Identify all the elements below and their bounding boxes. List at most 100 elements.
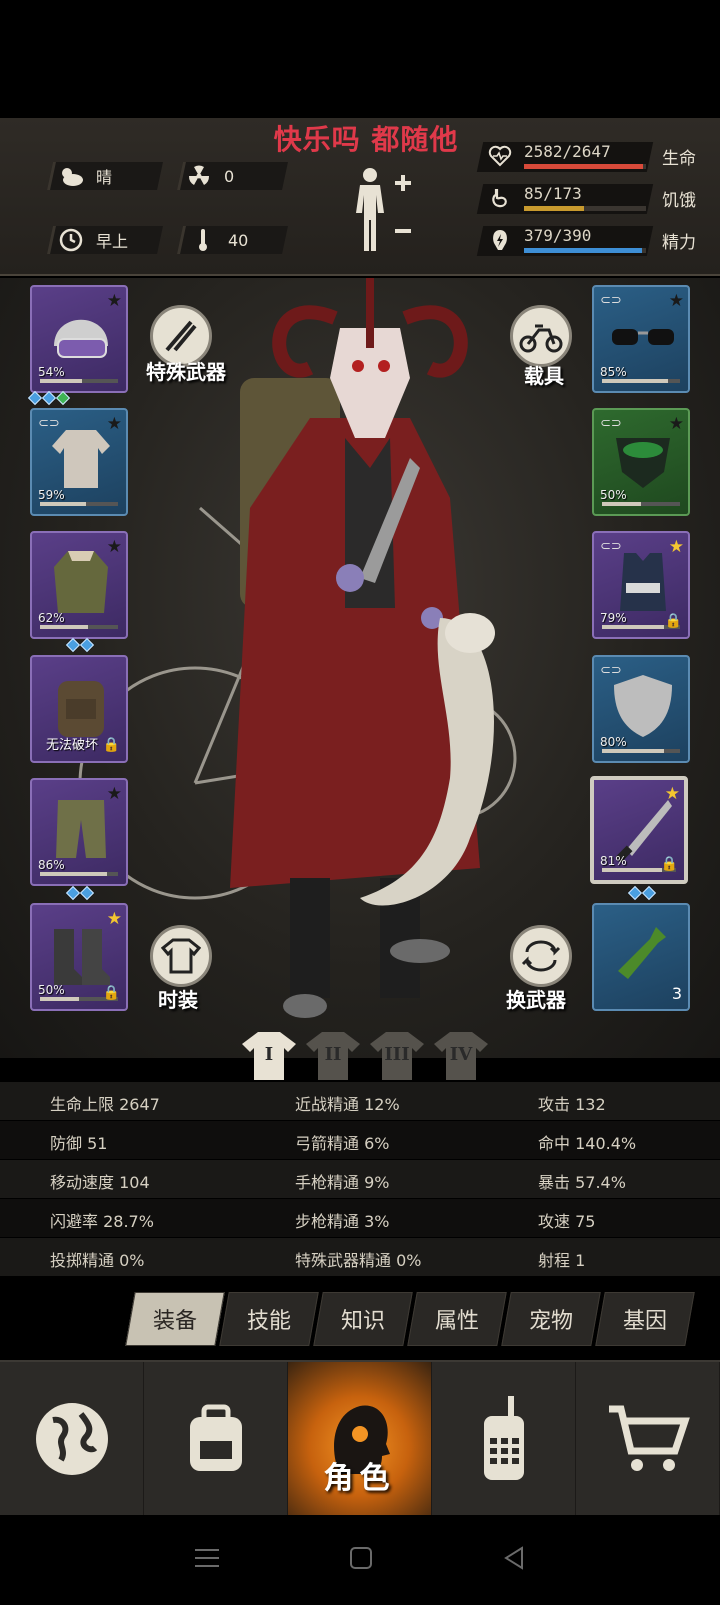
durability-bar (602, 379, 669, 383)
outfit-tab-label: III (384, 1044, 410, 1065)
equip-slot-pants[interactable]: ★ 86% (30, 778, 128, 886)
tab-label: 知识 (340, 1309, 385, 1334)
nav-shop[interactable] (576, 1362, 720, 1515)
stat-cell: 射程 1 (538, 1251, 586, 1270)
backpack-nav-icon (189, 1404, 242, 1471)
swap-weapon-button[interactable] (510, 925, 572, 987)
tab-skills[interactable]: 技能 (219, 1292, 319, 1346)
swap-weapon-label[interactable]: 换武器 (506, 984, 566, 1013)
police-vest-icon (620, 553, 666, 611)
durability-text: 81% (600, 854, 627, 868)
tab-attributes[interactable]: 属性 (407, 1292, 507, 1346)
durability-text: 62% (38, 611, 65, 625)
fashion-label[interactable]: 时装 (158, 984, 198, 1013)
radiation-value: 0 (224, 166, 235, 186)
sunglasses-icon (612, 329, 674, 345)
durability-bar (40, 997, 79, 1001)
menu-icon[interactable] (194, 1547, 220, 1573)
tab-label: 装备 (152, 1309, 197, 1334)
tab-equipment[interactable]: 装备 (125, 1292, 225, 1346)
tab-knowledge[interactable]: 知识 (313, 1292, 413, 1346)
shopping-cart-icon (608, 1405, 690, 1471)
outfit-tab-1[interactable]: I (240, 1030, 298, 1082)
sub-tabs: 装备 技能 知识 属性 宠物 基因 (125, 1292, 695, 1346)
outfit-tab-label: IV (449, 1044, 473, 1065)
stats-row: 投掷精通 0% 特殊武器精通 0% 射程 1 (0, 1238, 720, 1276)
back-icon[interactable] (502, 1546, 526, 1574)
lock-icon: 🔒 (102, 985, 120, 1001)
hunger-bar: 85/173 饥饿 (476, 180, 710, 216)
outfit-tab-2[interactable]: II (304, 1030, 362, 1082)
nav-radio[interactable] (432, 1362, 576, 1515)
tab-genes[interactable]: 基因 (595, 1292, 695, 1346)
durability-text: 59% (38, 488, 65, 502)
bottom-nav: 角色 (0, 1360, 720, 1515)
walkie-talkie-icon (483, 1395, 524, 1480)
temperature-value: 40 (228, 230, 249, 250)
home-icon[interactable] (349, 1546, 373, 1574)
equip-slot-shirt[interactable]: ⊂⊃ ★ 59% (30, 408, 128, 516)
temperature-info: 40 (190, 226, 248, 254)
stats-table: 生命上限 2647 近战精通 12% 攻击 132 防御 51 弓箭精通 6% … (0, 1082, 720, 1278)
equip-slot-glasses[interactable]: ⊂⊃ ★ 85% (592, 285, 690, 393)
health-value: 2582/2647 (524, 142, 611, 161)
boots-icon (54, 929, 110, 985)
stomach-icon (488, 186, 514, 212)
radiation-icon (186, 163, 212, 189)
gem-sockets (27, 390, 71, 406)
time-of-day-text: 早上 (96, 232, 129, 251)
hunger-label: 饥饿 (662, 191, 696, 211)
radiation-info: 0 (186, 162, 234, 190)
durability-bar (602, 625, 664, 629)
thermometer-icon (190, 227, 216, 253)
energy-value: 379/390 (524, 226, 592, 245)
stat-cell: 暴击 57.4% (538, 1173, 626, 1192)
backpack-icon (58, 681, 104, 737)
durability-bar (602, 502, 641, 506)
tab-pets[interactable]: 宠物 (501, 1292, 601, 1346)
stat-cell: 攻击 132 (538, 1095, 606, 1114)
motorcycle-icon (519, 324, 563, 353)
equip-slot-backpack[interactable]: 无法破坏 🔒 (30, 655, 128, 763)
equip-slot-coat[interactable]: ★ 62% (30, 531, 128, 639)
durability-bar (602, 868, 662, 872)
nav-character[interactable]: 角色 (288, 1362, 432, 1515)
durability-text: 79% (600, 611, 627, 625)
durability-bar (40, 502, 87, 506)
outfit-tab-4[interactable]: IV (432, 1030, 490, 1082)
fashion-button[interactable] (150, 925, 212, 987)
cargo-pants-icon (56, 800, 106, 858)
molotov-icon (618, 927, 666, 979)
body-status-figure[interactable] (350, 165, 420, 259)
durability-text: 50% (38, 983, 65, 997)
hunger-value: 85/173 (524, 184, 582, 203)
stat-cell: 闪避率 28.7% (50, 1212, 154, 1231)
equip-slot-throwable[interactable]: 3 (592, 903, 690, 1011)
shirt-icon (52, 430, 110, 488)
durability-text: 80% (600, 735, 627, 749)
stat-cell: 移动速度 104 (50, 1173, 150, 1192)
stat-cell: 弓箭精通 6% (295, 1134, 390, 1153)
weather-text: 晴 (96, 168, 113, 187)
vehicle-button[interactable] (510, 305, 572, 367)
system-nav-bar (0, 1515, 720, 1605)
durability-bar (40, 872, 108, 876)
equip-slot-weapon[interactable]: ★ 81% 🔒 (590, 776, 688, 884)
health-fill (524, 164, 643, 169)
equip-slot-boots[interactable]: ★ 50% 🔒 (30, 903, 128, 1011)
outfit-tab-3[interactable]: III (368, 1030, 426, 1082)
health-label: 生命 (662, 149, 696, 169)
equip-slot-mask[interactable]: ⊂⊃ ★ 50% (592, 408, 690, 516)
clock-icon (58, 227, 84, 253)
nav-world-map[interactable] (0, 1362, 144, 1515)
special-weapon-label[interactable]: 特殊武器 (146, 356, 226, 385)
vehicle-label[interactable]: 载具 (524, 360, 564, 389)
stats-row: 防御 51 弓箭精通 6% 命中 140.4% (0, 1121, 720, 1159)
equip-slot-vest[interactable]: ⊂⊃ ★ 79% 🔒 (592, 531, 690, 639)
stat-cell: 近战精通 12% (295, 1095, 400, 1114)
page-title: 快乐吗 都随他 (273, 123, 459, 156)
equip-slot-shield[interactable]: ⊂⊃ 80% (592, 655, 690, 763)
equip-slot-helmet[interactable]: ★ 54% (30, 285, 128, 393)
nav-inventory[interactable] (144, 1362, 288, 1515)
stat-cell: 步枪精通 3% (295, 1212, 390, 1231)
